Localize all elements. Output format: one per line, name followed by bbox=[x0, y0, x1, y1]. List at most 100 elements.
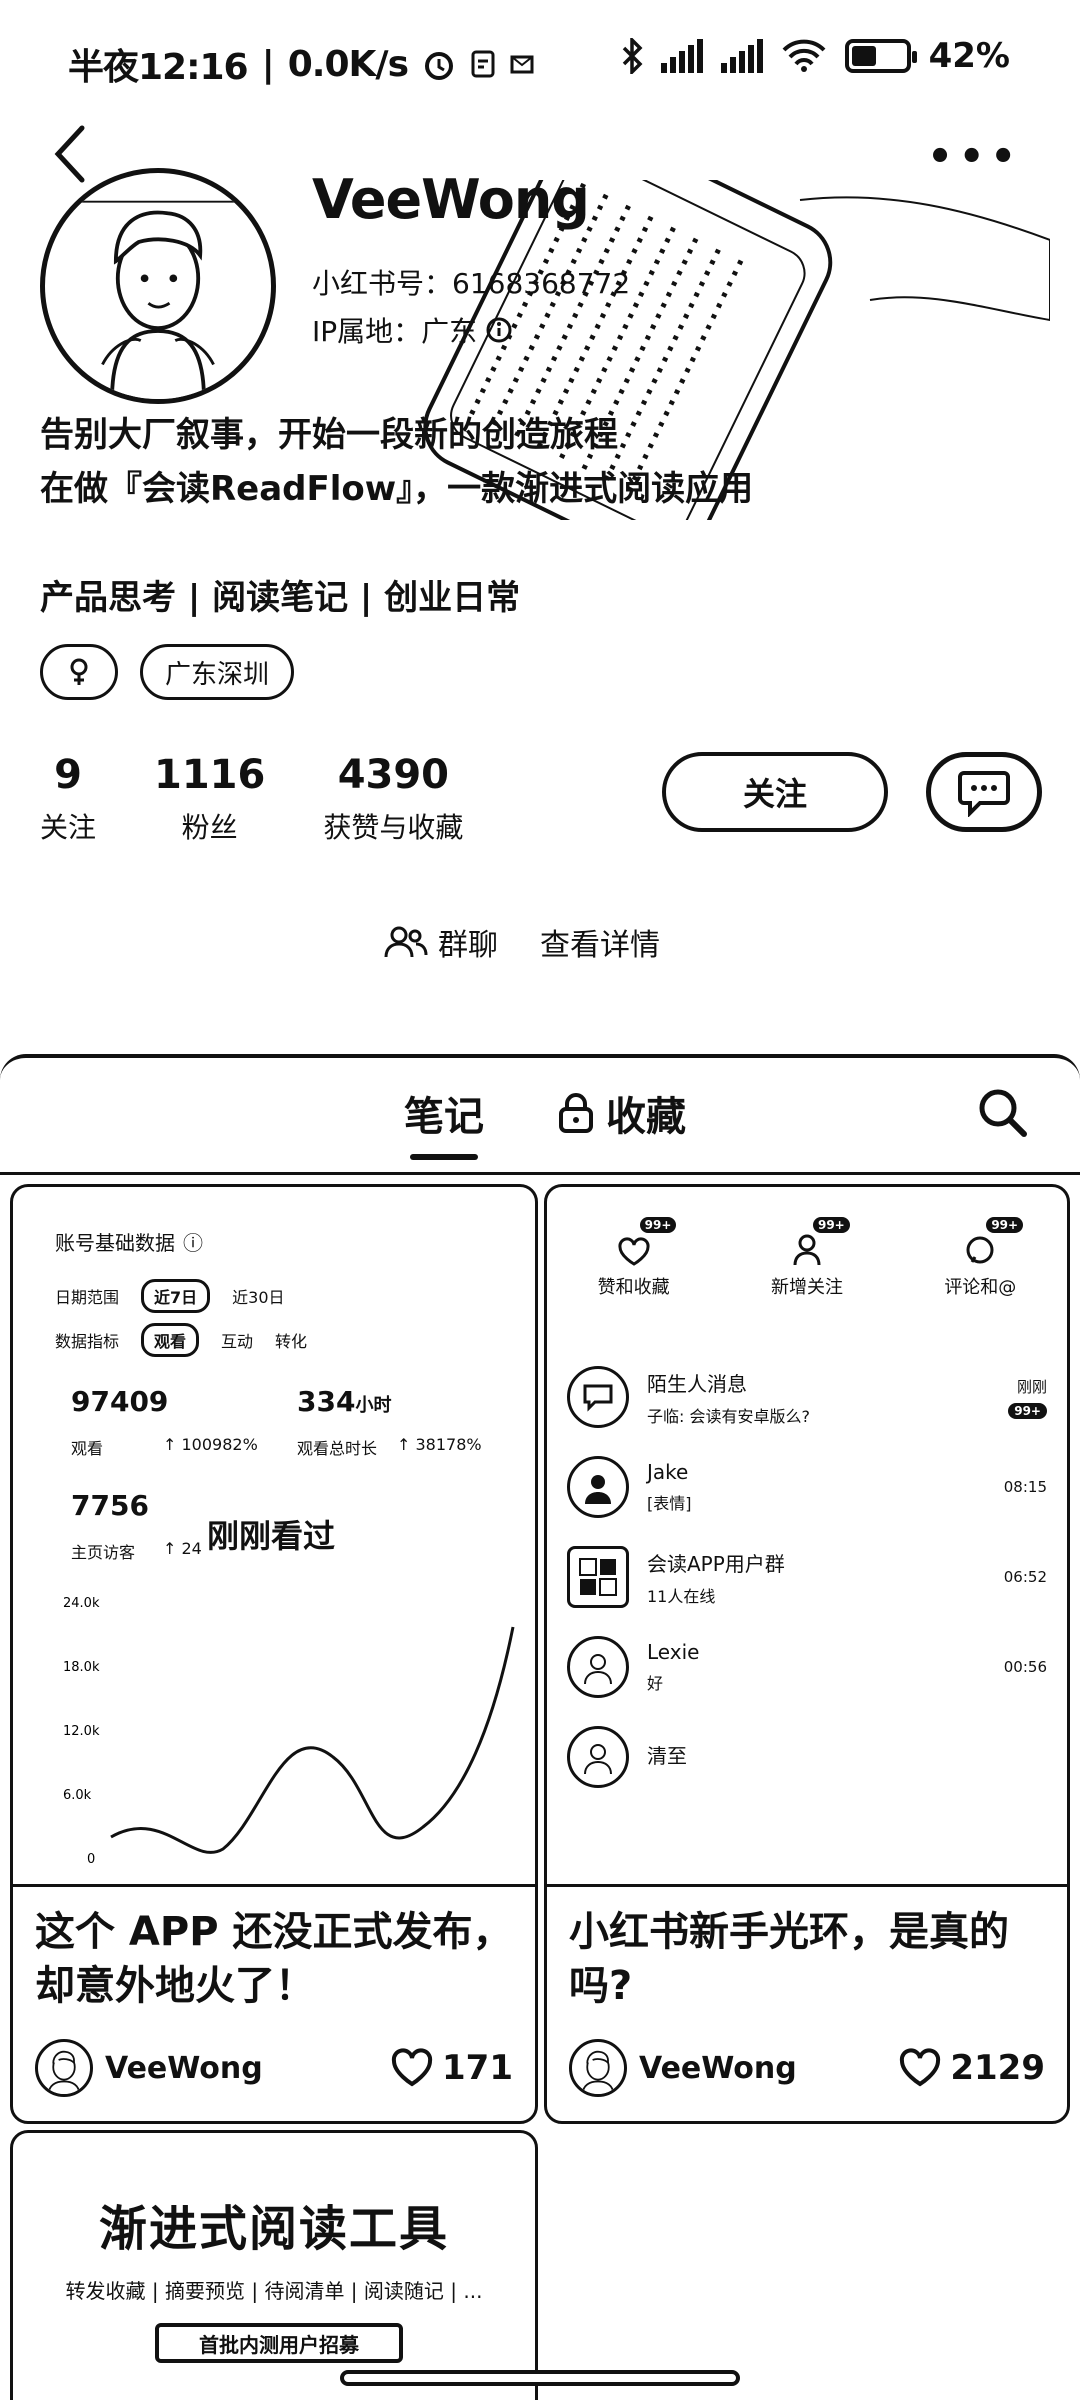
tabs-divider bbox=[0, 1172, 1080, 1175]
new-followers-shortcut: 99+ 新增关注 bbox=[737, 1217, 877, 1299]
watch-time-value: 334 bbox=[297, 1385, 356, 1418]
chat-bubble-icon bbox=[958, 771, 1010, 817]
profile-name: VeeWong bbox=[312, 168, 590, 231]
message-preview: [表情] bbox=[647, 1494, 692, 1513]
comments-shortcut: 99+ 评论和@ bbox=[910, 1217, 1050, 1299]
views-value: 97409 bbox=[71, 1385, 169, 1418]
note-title: 小红书新手光环，是真的吗? bbox=[569, 1909, 1009, 2009]
notification-icon bbox=[471, 50, 495, 78]
like-button[interactable]: 2129 bbox=[898, 2048, 1045, 2088]
badge: 99+ bbox=[812, 1217, 850, 1233]
like-button[interactable]: 171 bbox=[390, 2048, 513, 2088]
message-time: 00:56 bbox=[1003, 1658, 1047, 1676]
comment-icon bbox=[966, 1236, 994, 1264]
badge: 99+ bbox=[639, 1217, 677, 1233]
stats-section-title: 账号基础数据 ⓘ bbox=[55, 1227, 203, 1256]
group-label: 群聊 bbox=[438, 928, 498, 963]
message-sender: 清至 bbox=[647, 1743, 687, 1768]
note-author[interactable]: VeeWong bbox=[35, 2039, 263, 2097]
card-features: 转发收藏 | 摘要预览 | 待阅清单 | 阅读随记 | ... bbox=[65, 2279, 483, 2303]
profile-avatar[interactable] bbox=[40, 168, 276, 404]
stat-likes[interactable]: 4390 获赞与收藏 bbox=[323, 750, 463, 846]
follow-button[interactable]: 关注 bbox=[662, 752, 888, 832]
message-item: Jake [表情] 08:15 bbox=[567, 1447, 1047, 1527]
ip-location-text: IP属地：广东 bbox=[312, 315, 478, 348]
info-icon[interactable] bbox=[485, 316, 513, 344]
stat-followers-label: 粉丝 bbox=[181, 811, 238, 844]
stat-likes-value: 4390 bbox=[337, 752, 450, 798]
tab-collections[interactable]: 收藏 bbox=[556, 1084, 686, 1142]
group-detail: 查看详情 bbox=[540, 928, 660, 963]
author-name: VeeWong bbox=[105, 2050, 263, 2086]
stat-following[interactable]: 9 关注 bbox=[40, 750, 96, 846]
message-item: 清至 bbox=[567, 1717, 1047, 1797]
contact-avatar bbox=[567, 1456, 629, 1518]
more-options-icon[interactable]: ••• bbox=[927, 134, 1022, 180]
battery-icon bbox=[844, 39, 917, 73]
profile-tags: 产品思考 | 阅读笔记 | 创业日常 bbox=[40, 578, 521, 618]
shortcut-label: 新增关注 bbox=[770, 1277, 843, 1298]
visits-value: 7756 bbox=[71, 1489, 149, 1522]
beta-recruit-banner: 首批内测用户招募 bbox=[155, 2323, 403, 2363]
profile-id-value: 6168368772 bbox=[452, 267, 631, 300]
note-card[interactable]: 渐进式阅读工具 转发收藏 | 摘要预览 | 待阅清单 | 阅读随记 | ... … bbox=[10, 2130, 538, 2400]
person-icon bbox=[584, 1654, 612, 1684]
gender-chip bbox=[40, 644, 118, 700]
metric-interaction: 互动 bbox=[221, 1332, 254, 1351]
message-sender: Jake bbox=[647, 1460, 689, 1484]
chart-tick-6k: 6.0k bbox=[63, 1788, 92, 1803]
content-tabs: 笔记 收藏 bbox=[0, 1054, 1080, 1174]
heart-outline-icon bbox=[618, 1237, 650, 1266]
person-icon bbox=[584, 1744, 612, 1774]
chart-tick-0: 0 bbox=[87, 1852, 95, 1867]
visits-growth: ↑ 24 bbox=[163, 1539, 202, 1558]
message-preview: 好 bbox=[647, 1674, 664, 1693]
mail-icon bbox=[510, 55, 534, 74]
date-range-row: 日期范围 近7日 近30日 bbox=[55, 1279, 285, 1313]
chart-tick-24k: 24.0k bbox=[63, 1596, 100, 1611]
note-footer: VeeWong 171 bbox=[35, 2039, 513, 2097]
group-grid-icon bbox=[579, 1558, 617, 1596]
back-icon[interactable] bbox=[48, 118, 108, 188]
ip-location: IP属地：广东 bbox=[312, 310, 513, 350]
notification-shortcuts: 99+ 赞和收藏 99+ 新增关注 99+ 评论和@ bbox=[547, 1217, 1067, 1299]
note-cover-image: 99+ 赞和收藏 99+ 新增关注 99+ 评论和@ 陌生人消息 子临: 会读有安… bbox=[547, 1187, 1067, 1887]
signal-1-icon bbox=[660, 39, 703, 73]
tab-collections-label: 收藏 bbox=[606, 1094, 686, 1140]
message-button[interactable] bbox=[926, 752, 1042, 832]
search-icon[interactable] bbox=[974, 1084, 1030, 1140]
chart-tick-18k: 18.0k bbox=[63, 1660, 100, 1675]
likes-collections-shortcut: 99+ 赞和收藏 bbox=[564, 1217, 704, 1299]
lock-icon bbox=[559, 1093, 593, 1133]
message-time: 08:15 bbox=[1003, 1478, 1047, 1496]
stranger-avatar bbox=[567, 1366, 629, 1428]
network-speed: 0.0K/s bbox=[287, 43, 409, 85]
group-icon bbox=[384, 926, 428, 958]
status-bar: 半夜12:16 | 0.0K/s 42% bbox=[0, 0, 1080, 120]
message-time: 刚刚 bbox=[1016, 1377, 1047, 1396]
watch-time-unit: 小时 bbox=[355, 1395, 392, 1416]
author-avatar bbox=[35, 2039, 93, 2097]
info-small-icon: ⓘ bbox=[183, 1231, 203, 1255]
chat-bubble-icon bbox=[583, 1384, 613, 1412]
message-preview: 11人在线 bbox=[647, 1586, 716, 1606]
message-sender: 陌生人消息 bbox=[647, 1371, 747, 1396]
home-indicator[interactable] bbox=[340, 2370, 740, 2386]
chart-tick-12k: 12.0k bbox=[63, 1724, 100, 1739]
views-label: 观看 bbox=[71, 1439, 104, 1458]
watch-time-label: 观看总时长 bbox=[297, 1439, 378, 1458]
profile-id[interactable]: 小红书号：6168368772 bbox=[312, 262, 630, 302]
metric-row: 数据指标 观看 互动 转化 bbox=[55, 1323, 307, 1357]
gender-icon bbox=[70, 658, 88, 685]
note-title: 这个 APP 还没正式发布，却意外地火了！ bbox=[35, 1909, 513, 2009]
status-time: 半夜12:16 bbox=[68, 47, 249, 88]
message-badge: 99+ bbox=[1008, 1402, 1047, 1419]
metric-active: 观看 bbox=[141, 1323, 200, 1357]
group-chat-link[interactable]: 群聊 查看详情 bbox=[384, 920, 660, 964]
tab-notes[interactable]: 笔记 bbox=[404, 1084, 484, 1160]
note-card[interactable]: 账号基础数据 ⓘ 日期范围 近7日 近30日 数据指标 观看 互动 转化 9740… bbox=[10, 1184, 538, 2124]
note-card[interactable]: 99+ 赞和收藏 99+ 新增关注 99+ 评论和@ 陌生人消息 子临: 会读有安… bbox=[544, 1184, 1070, 2124]
note-author[interactable]: VeeWong bbox=[569, 2039, 797, 2097]
stat-followers[interactable]: 1116 粉丝 bbox=[154, 750, 265, 846]
stats-section-title-text: 账号基础数据 bbox=[55, 1231, 175, 1255]
